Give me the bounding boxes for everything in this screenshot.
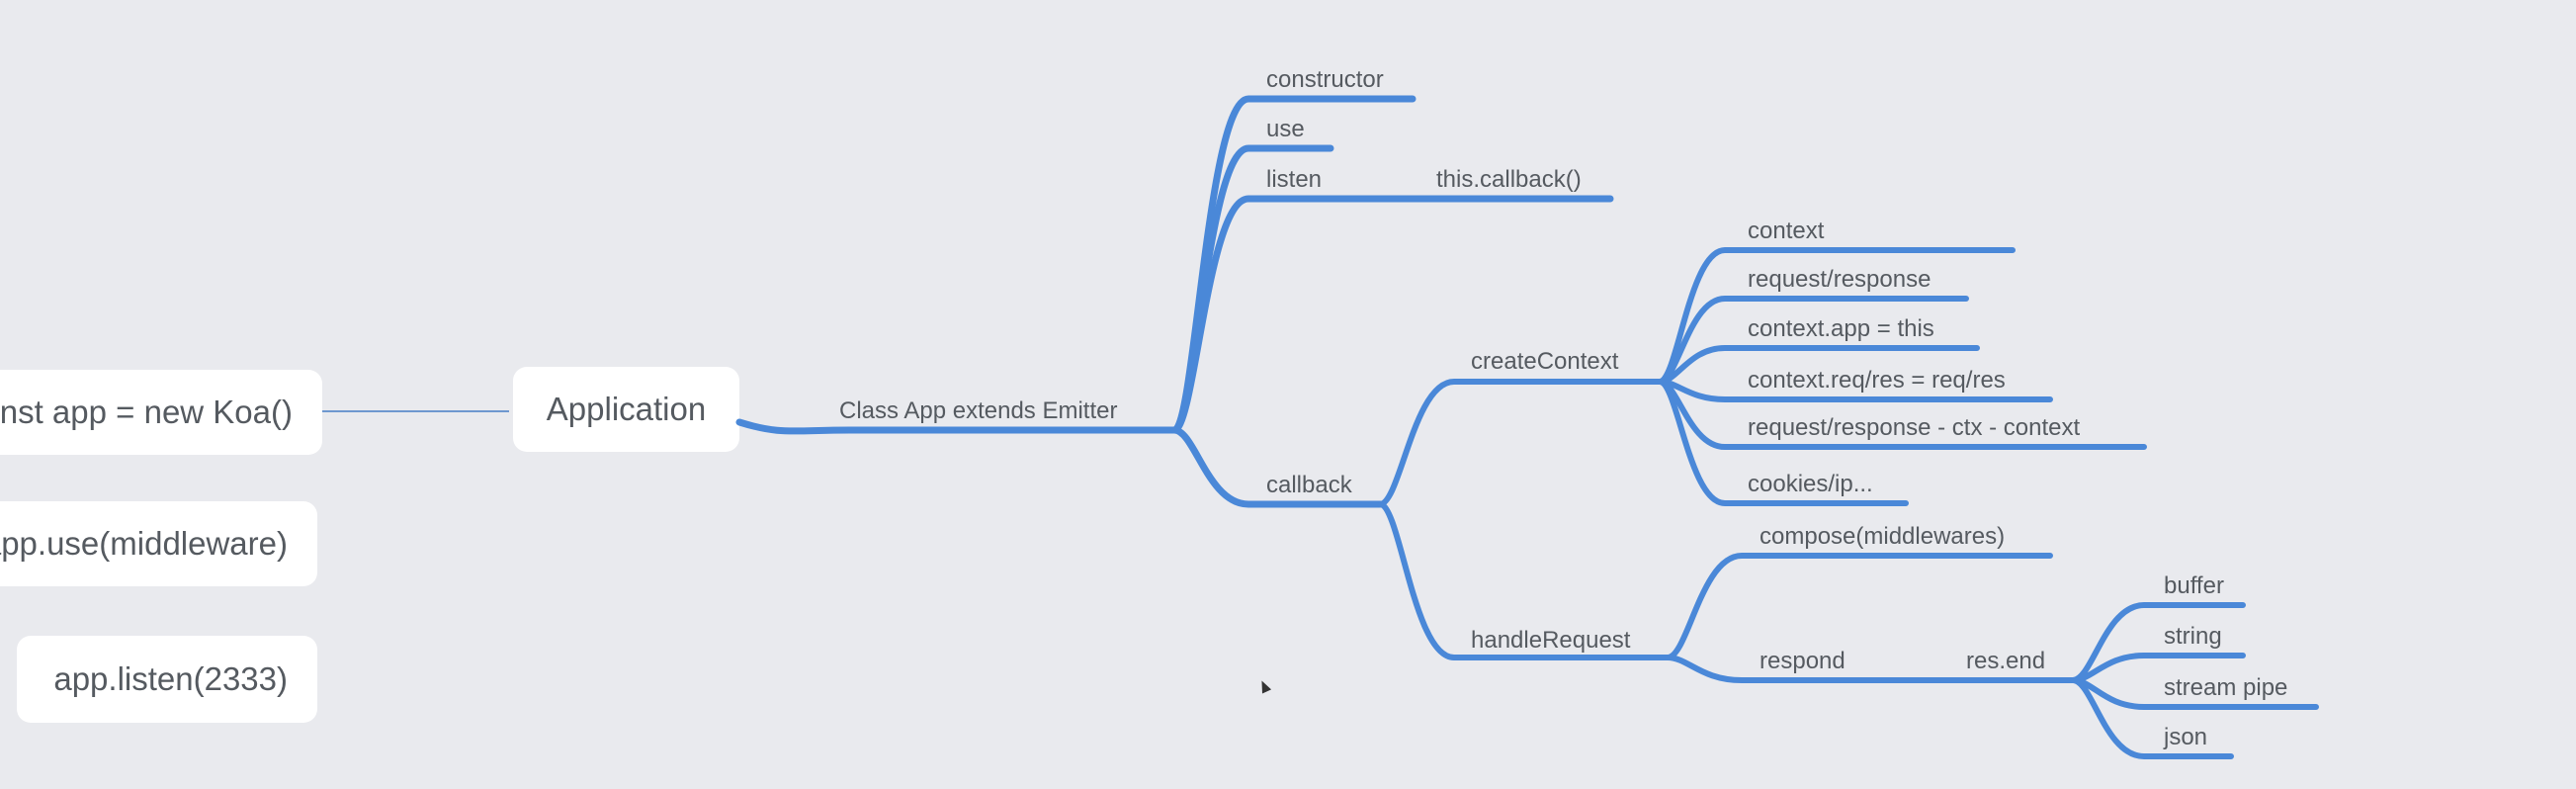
label-use[interactable]: use [1266, 116, 1305, 142]
label-handlerequest[interactable]: handleRequest [1471, 627, 1631, 654]
label-context-item[interactable]: context.req/res = req/res [1748, 367, 2006, 394]
branch-createcontext [1377, 379, 1663, 507]
label-res-end[interactable]: res.end [1966, 648, 2045, 674]
label-callback[interactable]: callback [1266, 472, 1353, 498]
label-createcontext[interactable]: createContext [1471, 348, 1619, 375]
label-context-item[interactable]: cookies/ip... [1748, 471, 1873, 497]
label-res-end-item[interactable]: stream pipe [2164, 674, 2287, 701]
label-constructor[interactable]: constructor [1266, 66, 1384, 93]
label-res-end-item[interactable]: buffer [2164, 572, 2224, 599]
label-context-item[interactable]: context [1748, 218, 1825, 244]
label-res-end-item[interactable]: json [2163, 724, 2207, 750]
label-context-item[interactable]: context.app = this [1748, 315, 1934, 342]
branch-compose [1665, 553, 2053, 660]
label-compose[interactable]: compose(middlewares) [1760, 523, 2005, 550]
label-this-callback[interactable]: this.callback() [1436, 166, 1582, 193]
label-listen[interactable]: listen [1266, 166, 1322, 193]
mindmap-branches: Class App extends Emitter constructor use l… [322, 66, 2319, 759]
label-class-app[interactable]: Class App extends Emitter [839, 397, 1117, 424]
label-context-item[interactable]: request/response [1748, 266, 1931, 293]
label-context-item[interactable]: request/response - ctx - context [1748, 414, 2080, 441]
label-respond[interactable]: respond [1760, 648, 1846, 674]
branch-listen [1170, 195, 1614, 434]
label-res-end-item[interactable]: string [2164, 623, 2222, 650]
